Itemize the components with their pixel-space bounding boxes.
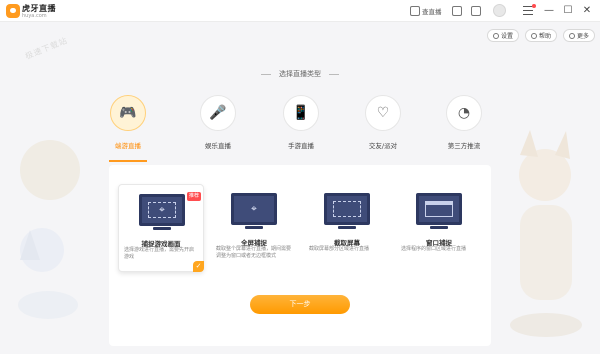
stream-icon: ◔	[446, 95, 482, 131]
live-type-party[interactable]: ♡ 交友/派对	[356, 95, 410, 150]
my-live-button[interactable]: 查直播	[410, 5, 442, 17]
menu-icon[interactable]	[523, 6, 533, 15]
card-description: 选择程序的窗口区域进行直播	[401, 246, 467, 252]
check-icon: ✓	[193, 261, 204, 272]
settings-label: 设置	[501, 33, 514, 40]
close-button[interactable]: ✕	[580, 4, 594, 18]
huya-logo-icon	[6, 4, 20, 18]
watermark-text: 极速下载站	[23, 35, 70, 62]
brand-domain: huya.com	[22, 13, 47, 19]
settings-button[interactable]: 设置	[487, 29, 520, 42]
heart-icon: ♡	[365, 95, 401, 131]
live-type-label: 第三方推流	[447, 142, 481, 150]
monitor-icon	[324, 193, 370, 225]
live-type-pc-game[interactable]: 🎮 端游直播	[101, 95, 155, 150]
monitor-icon	[416, 193, 462, 225]
capture-mode-region[interactable]: 截取屏幕 截取屏幕部分区域进行直播	[304, 184, 390, 272]
capture-mode-game[interactable]: ⌖ 推荐 捕捉游戏画面 选择游戏进行直播，需要先开启游戏 ✓	[118, 184, 204, 272]
monitor-icon: ⌖	[139, 194, 185, 226]
active-tab-indicator	[109, 160, 147, 162]
recommend-badge: 推荐	[186, 192, 201, 201]
card-description: 截取整个屏幕进行直播，期间需要调整为窗口或者无边框模式	[216, 246, 292, 259]
maximize-button[interactable]: ☐	[561, 4, 575, 18]
help-icon	[531, 32, 537, 39]
more-icon	[569, 32, 575, 39]
live-type-mobile-game[interactable]: 📱 手游直播	[274, 95, 328, 150]
next-step-button[interactable]: 下一步	[250, 295, 350, 314]
gamepad-icon	[471, 6, 481, 16]
help-button[interactable]: 帮助	[525, 29, 558, 42]
live-type-label: 手游直播	[288, 142, 314, 150]
live-type-third-party-stream[interactable]: ◔ 第三方推流	[437, 95, 491, 150]
my-live-label: 查直播	[422, 8, 442, 16]
gamepad-button[interactable]	[471, 5, 481, 17]
minimize-button[interactable]: —	[542, 4, 556, 18]
live-type-label: 交友/派对	[368, 142, 398, 150]
live-type-label: 端游直播	[115, 142, 141, 150]
notification-dot	[532, 4, 536, 8]
more-label: 更多	[577, 33, 590, 40]
phone-icon: 📱	[283, 95, 319, 131]
help-label: 帮助	[539, 33, 552, 40]
play-icon	[410, 6, 420, 16]
download-button[interactable]	[452, 5, 462, 17]
more-button[interactable]: 更多	[563, 29, 596, 42]
download-icon	[452, 6, 462, 16]
card-description: 选择游戏进行直播，需要先开启游戏	[124, 247, 195, 260]
live-type-label: 娱乐直播	[205, 142, 231, 150]
gamepad-icon: 🎮	[110, 95, 146, 131]
mascot-left-illustration	[18, 140, 80, 319]
user-avatar[interactable]	[493, 4, 506, 17]
live-type-entertainment[interactable]: 🎤 娱乐直播	[191, 95, 245, 150]
title-bar: 虎牙直播 huya.com 查直播 — ☐ ✕	[0, 0, 600, 22]
microphone-icon: 🎤	[200, 95, 236, 131]
section-title: 选择直播类型	[0, 69, 600, 79]
mascot-right-illustration	[510, 130, 582, 337]
settings-icon	[493, 32, 499, 39]
card-description: 截取屏幕部分区域进行直播	[309, 246, 370, 252]
monitor-icon: ⌖	[231, 193, 277, 225]
capture-mode-fullscreen[interactable]: ⌖ 全屏捕捉 截取整个屏幕进行直播，期间需要调整为窗口或者无边框模式	[211, 184, 297, 272]
capture-mode-window[interactable]: 窗口捕捉 选择程序的窗口区域进行直播	[396, 184, 482, 272]
